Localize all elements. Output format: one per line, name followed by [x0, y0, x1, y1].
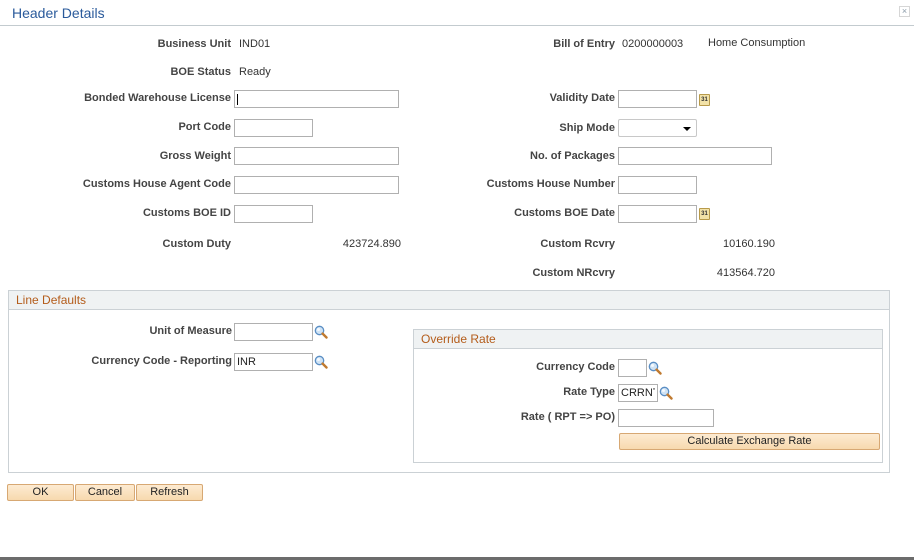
customs-boe-date-label: Customs BOE Date [514, 207, 615, 219]
calendar-icon[interactable]: 31 [699, 94, 710, 106]
search-icon[interactable] [659, 386, 673, 400]
customs-house-agent-code-label: Customs House Agent Code [82, 178, 231, 190]
currency-code-input[interactable] [618, 359, 647, 377]
gross-weight-label: Gross Weight [159, 150, 231, 162]
bonded-warehouse-license-label: Bonded Warehouse License [84, 92, 231, 104]
cancel-button[interactable]: Cancel [75, 484, 135, 501]
rate-type-input[interactable] [618, 384, 658, 402]
bill-of-entry-label: Bill of Entry [553, 38, 615, 50]
business-unit-value: IND01 [239, 38, 271, 50]
customs-house-agent-code-input[interactable] [234, 176, 399, 194]
currency-code-reporting-label: Currency Code - Reporting [91, 355, 232, 367]
search-icon[interactable] [314, 355, 328, 369]
ship-mode-select[interactable] [618, 119, 697, 137]
ok-button[interactable]: OK [7, 484, 74, 501]
bonded-warehouse-license-input[interactable] [234, 90, 399, 108]
override-rate-header: Override Rate [414, 330, 882, 349]
ship-mode-label: Ship Mode [559, 122, 615, 134]
chevron-down-icon [683, 127, 691, 131]
line-defaults-title: Line Defaults [16, 293, 87, 307]
dialog-titlebar: Header Details × [0, 0, 914, 26]
close-icon: × [901, 6, 908, 16]
gross-weight-input[interactable] [234, 147, 399, 165]
search-icon[interactable] [314, 325, 328, 339]
port-code-label: Port Code [178, 121, 231, 133]
currency-code-reporting-input[interactable] [234, 353, 313, 371]
custom-rcvry-label: Custom Rcvry [540, 238, 615, 250]
bill-of-entry-value: 0200000003 [622, 38, 684, 50]
custom-duty-label: Custom Duty [162, 238, 231, 250]
custom-nrcvry-value: 413564.720 [716, 267, 775, 279]
rate-type-label: Rate Type [563, 386, 615, 398]
customs-house-number-label: Customs House Number [486, 178, 615, 190]
no-of-packages-input[interactable] [618, 147, 772, 165]
close-button[interactable]: × [899, 6, 910, 17]
line-defaults-header: Line Defaults [9, 291, 889, 310]
unit-of-measure-label: Unit of Measure [149, 325, 232, 337]
text-cursor [237, 94, 238, 105]
port-code-input[interactable] [234, 119, 313, 137]
business-unit-label: Business Unit [157, 38, 231, 50]
custom-rcvry-value: 10160.190 [723, 238, 775, 250]
rate-label: Rate ( RPT => PO) [520, 411, 615, 423]
customs-boe-id-label: Customs BOE ID [142, 207, 231, 219]
validity-date-input[interactable] [618, 90, 697, 108]
customs-boe-id-input[interactable] [234, 205, 313, 223]
rate-input[interactable] [618, 409, 714, 427]
bill-of-entry-type: Home Consumption [708, 37, 806, 49]
custom-duty-value: 423724.890 [342, 238, 401, 250]
calculate-exchange-rate-button[interactable]: Calculate Exchange Rate [619, 433, 880, 450]
customs-house-number-input[interactable] [618, 176, 697, 194]
currency-code-label: Currency Code [536, 361, 615, 373]
validity-date-label: Validity Date [549, 92, 615, 104]
boe-status-label: BOE Status [170, 66, 231, 78]
no-of-packages-label: No. of Packages [530, 150, 615, 162]
refresh-button[interactable]: Refresh [136, 484, 203, 501]
search-icon[interactable] [648, 361, 662, 375]
calendar-icon[interactable]: 31 [699, 208, 710, 220]
boe-status-value: Ready [239, 66, 271, 78]
unit-of-measure-input[interactable] [234, 323, 313, 341]
customs-boe-date-input[interactable] [618, 205, 697, 223]
custom-nrcvry-label: Custom NRcvry [532, 267, 615, 279]
override-rate-title: Override Rate [421, 332, 496, 346]
dialog-title: Header Details [12, 5, 105, 21]
